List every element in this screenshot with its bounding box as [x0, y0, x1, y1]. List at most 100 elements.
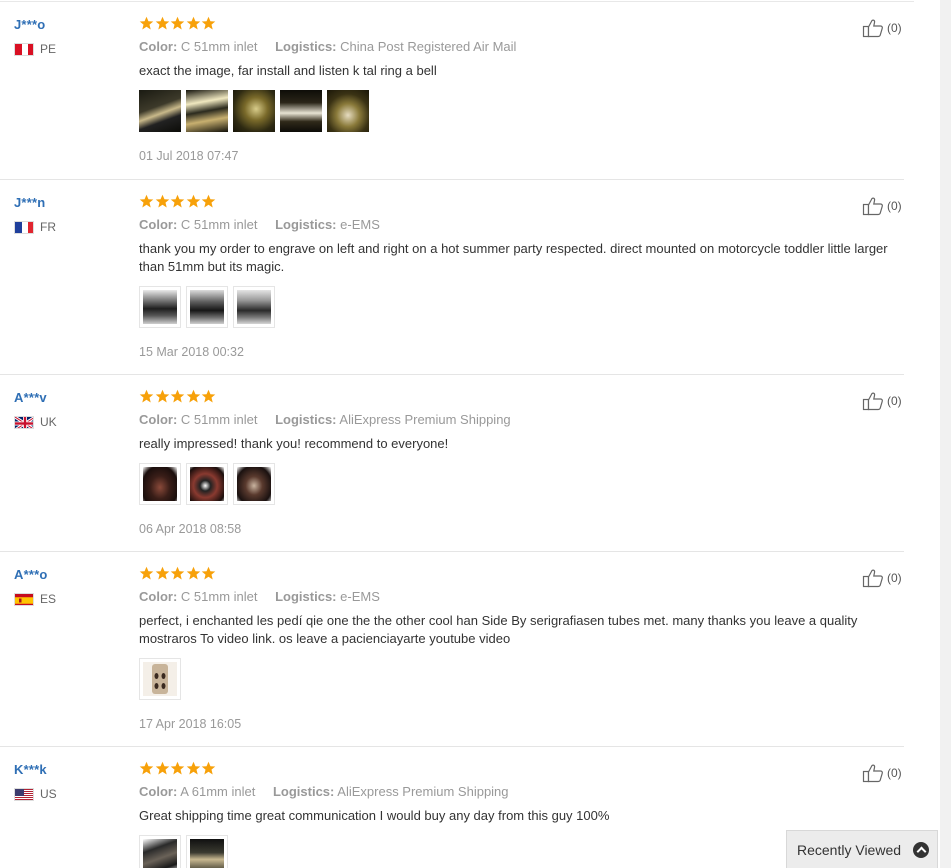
- helpful-button[interactable]: (0): [862, 391, 902, 411]
- star-rating: [139, 761, 904, 779]
- helpful-count: (0): [887, 394, 902, 408]
- reviewer-name: A***o: [14, 567, 48, 582]
- review-image-thumbnail[interactable]: [139, 286, 181, 328]
- review-date: 06 Apr 2018 08:58: [139, 522, 242, 536]
- france-flag-icon: [14, 220, 34, 234]
- us-flag-icon: [14, 787, 34, 801]
- peru-flag-icon: [14, 42, 34, 56]
- review-date: 17 Apr 2018 16:05: [139, 717, 242, 731]
- star-icon: [170, 566, 185, 580]
- helpful-button[interactable]: (0): [862, 568, 902, 588]
- reviewer: A***o ES: [14, 566, 124, 606]
- logistics-label: Logistics:: [275, 217, 337, 232]
- star-icon: [186, 566, 200, 580]
- review-image-thumbnail[interactable]: [139, 90, 181, 132]
- helpful-button[interactable]: (0): [862, 196, 902, 216]
- thumbs-up-icon: [862, 392, 883, 411]
- review-date: 15 Mar 2018 00:32: [139, 345, 244, 359]
- reviewer-name: J***o: [14, 17, 46, 32]
- review-item: K***k US Color: A 61mm inlet Logistics: …: [0, 747, 904, 868]
- star-icon: [139, 16, 154, 30]
- star-icon: [155, 566, 169, 580]
- reviewer-name: A***v: [14, 390, 47, 405]
- thumbs-up-icon: [862, 19, 883, 38]
- star-icon: [201, 16, 216, 30]
- review-text: really impressed! thank you! recommend t…: [139, 436, 449, 451]
- review-text: perfect, i enchanted les pedí qie one th…: [139, 613, 858, 646]
- thumbs-up-icon: [862, 569, 883, 588]
- helpful-count: (0): [887, 766, 902, 780]
- recently-viewed-button[interactable]: Recently Viewed: [786, 830, 938, 868]
- review-image-thumbnail[interactable]: [139, 463, 181, 505]
- uk-flag-icon: [14, 415, 34, 429]
- color-label: Color:: [139, 39, 178, 54]
- review-image-thumbnail[interactable]: [186, 835, 228, 868]
- review-meta: Color: C 51mm inlet Logistics: e-EMS: [139, 589, 904, 605]
- color-value: C 51mm inlet: [180, 39, 258, 54]
- review-image-thumbnail[interactable]: [186, 463, 228, 505]
- country-code: FR: [40, 220, 56, 234]
- color-label: Color:: [139, 589, 178, 604]
- review-content: Color: C 51mm inlet Logistics: e-EMS per…: [139, 566, 904, 732]
- reviewer: A***v UK: [14, 389, 124, 429]
- reviewer-country: FR: [14, 220, 124, 234]
- review-images: [139, 463, 904, 505]
- helpful-button[interactable]: (0): [862, 763, 902, 783]
- reviewer: J***o PE: [14, 16, 124, 56]
- review-image-thumbnail[interactable]: [233, 90, 275, 132]
- review-image-thumbnail[interactable]: [186, 90, 228, 132]
- review-meta: Color: A 61mm inlet Logistics: AliExpres…: [139, 784, 904, 800]
- star-icon: [170, 16, 185, 30]
- review-meta: Color: C 51mm inlet Logistics: e-EMS: [139, 217, 904, 233]
- reviewer: K***k US: [14, 761, 124, 801]
- star-icon: [201, 566, 216, 580]
- color-value: A 61mm inlet: [180, 784, 256, 799]
- country-code: UK: [40, 415, 57, 429]
- star-icon: [201, 194, 216, 208]
- chevron-up-circle-icon: [913, 842, 929, 858]
- color-label: Color:: [139, 217, 178, 232]
- review-text: thank you my order to engrave on left an…: [139, 241, 888, 274]
- review-item: A***v UK Color: C 51mm inlet Logistics: …: [0, 375, 904, 552]
- logistics-label: Logistics:: [275, 412, 337, 427]
- star-icon: [186, 16, 200, 30]
- review-images: [139, 286, 904, 328]
- country-code: PE: [40, 42, 57, 56]
- color-label: Color:: [139, 784, 178, 799]
- helpful-count: (0): [887, 199, 902, 213]
- star-rating: [139, 566, 904, 584]
- star-icon: [201, 389, 216, 403]
- review-image-thumbnail[interactable]: [233, 286, 275, 328]
- recently-viewed-label: Recently Viewed: [797, 841, 902, 858]
- logistics-value: e-EMS: [340, 217, 380, 232]
- reviewer-country: UK: [14, 415, 124, 429]
- review-image-thumbnail[interactable]: [139, 658, 181, 700]
- color-value: C 51mm inlet: [180, 589, 258, 604]
- review-image-thumbnail[interactable]: [233, 463, 275, 505]
- logistics-value: AliExpress Premium Shipping: [337, 784, 509, 799]
- review-image-thumbnail[interactable]: [186, 286, 228, 328]
- review-images: [139, 90, 904, 132]
- color-value: C 51mm inlet: [180, 217, 258, 232]
- star-icon: [139, 194, 154, 208]
- review-images: [139, 658, 904, 700]
- helpful-count: (0): [887, 571, 902, 585]
- star-icon: [170, 389, 185, 403]
- review-image-thumbnail[interactable]: [327, 90, 369, 132]
- review-content: Color: C 51mm inlet Logistics: e-EMS tha…: [139, 194, 904, 360]
- country-code: US: [40, 787, 57, 801]
- review-image-thumbnail[interactable]: [280, 90, 322, 132]
- review-image-thumbnail[interactable]: [139, 835, 181, 868]
- logistics-label: Logistics:: [275, 589, 337, 604]
- scrollbar[interactable]: [940, 0, 951, 868]
- review-item: J***o PE Color: C 51mm inlet Logistics: …: [0, 2, 904, 180]
- reviewer-name: J***n: [14, 195, 46, 210]
- star-icon: [201, 761, 216, 775]
- reviewer-country: US: [14, 787, 124, 801]
- logistics-label: Logistics:: [272, 784, 335, 799]
- review-text: Great shipping time great communication …: [139, 808, 610, 823]
- star-icon: [139, 566, 154, 580]
- star-rating: [139, 194, 904, 212]
- helpful-button[interactable]: (0): [862, 18, 902, 38]
- logistics-value: China Post Registered Air Mail: [340, 39, 517, 54]
